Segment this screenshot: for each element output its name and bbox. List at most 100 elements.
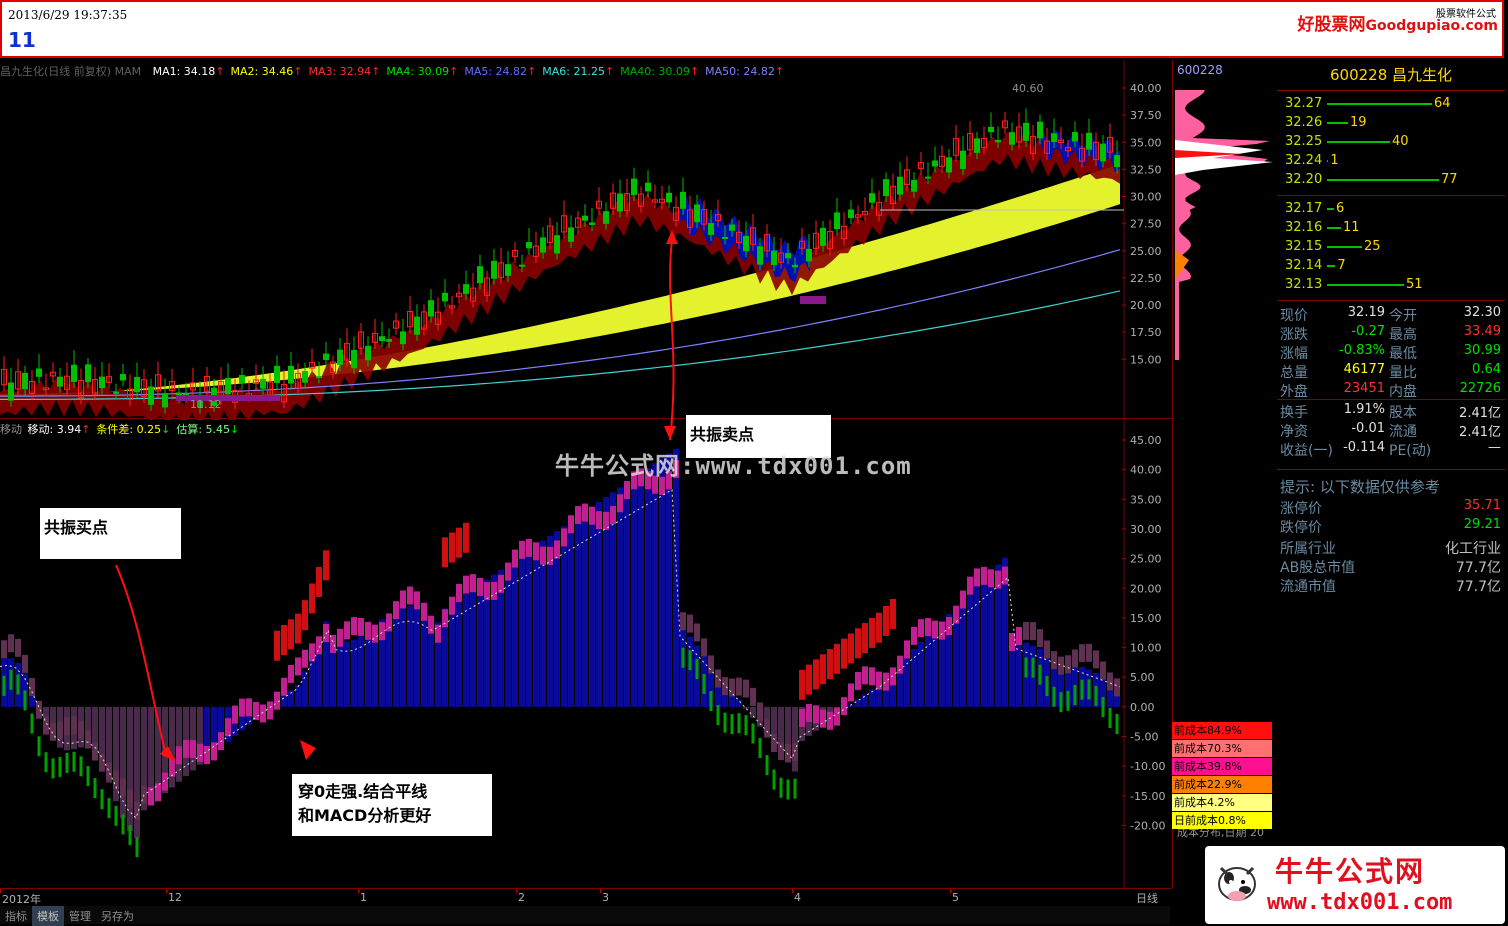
bid-row: 32.13 51 <box>1285 277 1423 292</box>
osc-signal-bar <box>470 574 476 593</box>
ma-legend-item: MA6: 21.25 <box>542 65 605 78</box>
osc-bar <box>617 487 623 707</box>
osc-signal-bar <box>561 528 567 547</box>
ask-volume-bar <box>1327 178 1439 181</box>
bottom-tab[interactable]: 管理 <box>64 906 96 926</box>
osc-signal-bar <box>708 655 714 674</box>
bottom-tab[interactable]: 另存为 <box>96 906 139 926</box>
date-label: 2012年 <box>2 893 41 906</box>
bid-qty: 11 <box>1343 220 1360 235</box>
candle <box>848 209 854 219</box>
osc-green-bar <box>51 758 55 779</box>
limit-key: 跌停价 <box>1280 520 1322 536</box>
candle <box>113 391 119 394</box>
osc-signal-bar <box>1079 644 1085 663</box>
candle <box>225 377 231 395</box>
osc-signal-bar <box>743 679 749 698</box>
osc-signal-bar <box>855 671 861 690</box>
candle <box>302 371 308 383</box>
bid-volume-bar <box>1327 245 1362 248</box>
bottom-tab[interactable]: 指标 <box>0 906 32 926</box>
osc-green-bar <box>737 713 741 734</box>
osc-tick-label: 10.00 <box>1130 642 1162 655</box>
osc-bar <box>393 609 399 707</box>
datetime: 2013/6/29 19:37:35 <box>8 8 128 22</box>
osc-signal-bar <box>407 586 413 605</box>
osc-signal-bar <box>974 568 980 587</box>
candle <box>645 182 651 192</box>
osc-bar <box>925 634 931 707</box>
date-tick <box>166 889 167 893</box>
osc-green-bar <box>1045 676 1049 697</box>
candle <box>554 235 560 254</box>
osc-signal-bar <box>43 716 49 735</box>
osc-signal-bar <box>1100 661 1106 680</box>
candle <box>99 376 105 389</box>
osc-signal-bar <box>358 617 364 636</box>
osc-signal-bar <box>8 634 14 653</box>
osc-red-bar <box>281 625 287 656</box>
candle <box>729 224 735 231</box>
osc-signal-bar <box>267 701 273 720</box>
price-tick-label: 40.00 <box>1130 82 1162 95</box>
price-chart[interactable]: 40.00 37.50 35.00 32.50 30.00 27.50 25.00 22.50… <box>0 60 1172 420</box>
osc-tick-label: 45.00 <box>1130 434 1162 447</box>
osc-bar <box>295 684 301 707</box>
ma-legend-item: MA3: 32.94 <box>308 65 372 78</box>
stat-key: 最低 <box>1389 346 1417 362</box>
candle <box>708 223 714 235</box>
stat-key: 流通 <box>1389 424 1417 440</box>
bid-price: 32.15 <box>1285 239 1323 254</box>
osc-bar <box>645 468 651 707</box>
candle <box>722 236 728 239</box>
osc-signal-bar <box>176 746 182 765</box>
osc-bar <box>127 706 133 832</box>
osc-red-bar <box>862 623 868 654</box>
osc-green-bar <box>30 713 34 734</box>
osc-signal-bar <box>911 626 917 645</box>
date-tick <box>600 889 601 893</box>
osc-green-bar <box>765 755 769 776</box>
candle <box>792 264 798 268</box>
osc-signal-bar <box>1023 621 1029 640</box>
ask-price: 32.26 <box>1285 115 1323 130</box>
osc-green-bar <box>1094 685 1098 706</box>
osc-green-bar <box>772 769 776 790</box>
osc-green-bar <box>16 674 20 695</box>
stat-value: 0.64 <box>1472 362 1501 377</box>
candle <box>771 250 777 266</box>
site-logo: 好股票网Goodgupiao.com <box>1297 15 1498 35</box>
osc-red-bar <box>827 649 833 680</box>
info-value: 化工行业 <box>1445 541 1501 557</box>
bottom-tab[interactable]: 模板 <box>32 906 64 926</box>
osc-bar <box>659 458 665 707</box>
limit-value: 29.21 <box>1463 517 1501 532</box>
osc-signal-bar <box>624 481 630 500</box>
osc-signal-bar <box>701 638 707 657</box>
osc-legend-arrow: ↑ <box>81 423 91 436</box>
osc-signal-bar <box>722 677 728 696</box>
osc-green-bar <box>1087 679 1091 700</box>
ask-price: 32.27 <box>1285 96 1323 111</box>
price-tick-label: 22.50 <box>1130 272 1162 285</box>
osc-signal-bar <box>967 576 973 595</box>
osc-signal-bar <box>799 708 805 727</box>
osc-bar <box>750 706 756 718</box>
candle <box>568 227 574 242</box>
osc-green-bar <box>1031 657 1035 678</box>
ma-legend-item: MA5: 24.82 <box>464 65 528 78</box>
price-high-label: 40.60 <box>1012 82 1044 95</box>
bid-row: 32.15 25 <box>1285 239 1381 254</box>
cost-legend-item: 日前成本0.8% <box>1172 812 1272 829</box>
osc-signal-bar <box>246 698 252 717</box>
osc-signal-bar <box>953 605 959 624</box>
osc-green-bar <box>37 736 41 757</box>
osc-signal-bar <box>925 618 931 637</box>
oscillator-chart[interactable]: 45.00 40.00 35.00 30.00 25.00 20.00 15.00 10.00… <box>0 420 1172 888</box>
osc-signal-bar <box>834 707 840 726</box>
osc-tick-label: 20.00 <box>1130 582 1162 595</box>
osc-red-bar <box>813 659 819 690</box>
osc-signal-bar <box>883 672 889 691</box>
osc-red-bar <box>302 600 308 631</box>
osc-signal-bar <box>421 602 427 621</box>
